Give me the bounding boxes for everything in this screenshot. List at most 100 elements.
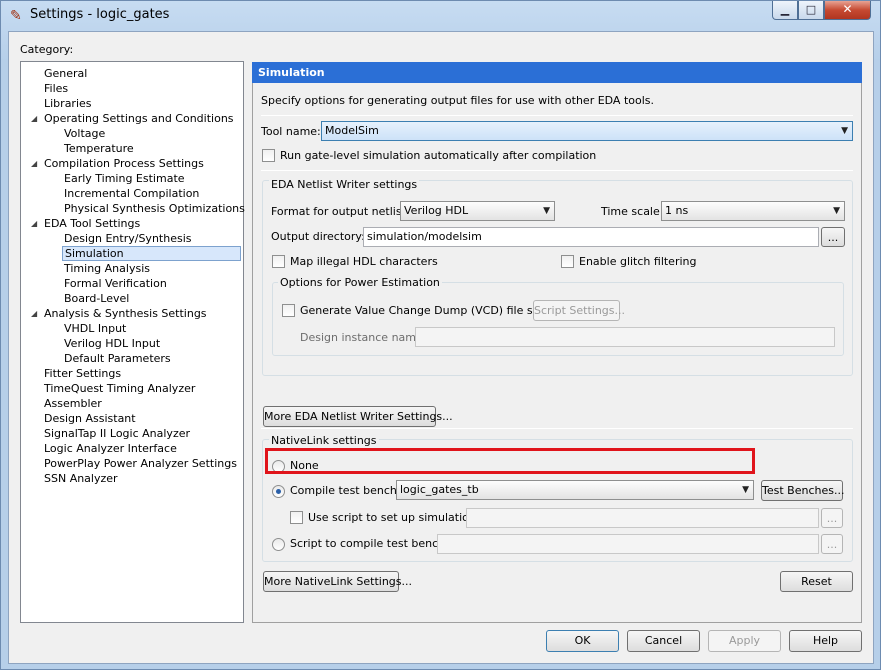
- tree-item-general[interactable]: General: [42, 66, 89, 81]
- run-gate-level-checkbox[interactable]: [262, 149, 275, 162]
- more-nativelink-settings-button[interactable]: More NativeLink Settings...: [263, 571, 412, 592]
- panel-title: Simulation: [252, 62, 862, 83]
- tree-item-powerplay-power-analyzer-settings[interactable]: PowerPlay Power Analyzer Settings: [42, 456, 239, 471]
- divider: [261, 428, 853, 429]
- tree-item-timequest-timing-analyzer[interactable]: TimeQuest Timing Analyzer: [42, 381, 197, 396]
- panel-description: Specify options for generating output fi…: [261, 94, 655, 107]
- output-directory-label: Output directory:: [271, 230, 365, 243]
- time-scale-value: 1 ns: [665, 204, 689, 217]
- more-netlist-settings-button[interactable]: More EDA Netlist Writer Settings...: [263, 406, 453, 427]
- tree-item-assembler[interactable]: Assembler: [42, 396, 104, 411]
- more-netlist-label: More EDA Netlist Writer Settings...: [264, 410, 453, 423]
- help-button[interactable]: Help: [789, 630, 862, 652]
- tree-item-timing-analysis[interactable]: Timing Analysis: [62, 261, 152, 276]
- ok-label: OK: [574, 634, 591, 647]
- category-tree[interactable]: General Files Libraries ◢ Operating Settings…: [20, 61, 247, 623]
- cancel-button[interactable]: Cancel: [627, 630, 700, 652]
- help-label: Help: [812, 634, 839, 647]
- design-instance-label: Design instance name:: [300, 331, 427, 344]
- test-benches-button[interactable]: Test Benches...: [761, 480, 845, 501]
- use-script-label: Use script to set up simulation:: [308, 511, 480, 524]
- tree-item-design-entry-synthesis[interactable]: Design Entry/Synthesis: [62, 231, 193, 246]
- tree-item-default-parameters[interactable]: Default Parameters: [62, 351, 173, 366]
- use-script-input[interactable]: [466, 508, 819, 528]
- tree-item-eda-tool-settings[interactable]: EDA Tool Settings: [42, 216, 142, 231]
- tree-item-libraries[interactable]: Libraries: [42, 96, 94, 111]
- tree-item-files[interactable]: Files: [42, 81, 70, 96]
- glitch-filtering-checkbox[interactable]: [561, 255, 574, 268]
- expand-arrow-icon[interactable]: ◢: [31, 156, 37, 171]
- map-illegal-hdl-label: Map illegal HDL characters: [290, 255, 438, 268]
- settings-window: ✎ Settings - logic_gates ▁ □ ✕ Category:…: [0, 0, 881, 670]
- vcd-label: Generate Value Change Dump (VCD) file sc…: [300, 304, 558, 317]
- title-bar[interactable]: ✎ Settings - logic_gates ▁ □ ✕: [1, 1, 880, 31]
- tree-item-vhdl-input[interactable]: VHDL Input: [62, 321, 128, 336]
- browse-use-script-button[interactable]: ...: [821, 508, 843, 528]
- divider: [261, 115, 853, 116]
- tree-item-operating-settings-and-conditions[interactable]: Operating Settings and Conditions: [42, 111, 236, 126]
- tree-item-fitter-settings[interactable]: Fitter Settings: [42, 366, 123, 381]
- tree-item-ssn-analyzer[interactable]: SSN Analyzer: [42, 471, 120, 486]
- browse-output-directory-button[interactable]: ...: [821, 227, 845, 247]
- compile-test-bench-dropdown[interactable]: logic_gates_tb ▼: [396, 480, 754, 500]
- vcd-checkbox[interactable]: [282, 304, 295, 317]
- tree-item-signaltap-ii-logic-analyzer[interactable]: SignalTap II Logic Analyzer: [42, 426, 192, 441]
- tree-item-design-assistant[interactable]: Design Assistant: [42, 411, 138, 426]
- script-settings-button[interactable]: Script Settings...: [533, 300, 625, 321]
- expand-arrow-icon[interactable]: ◢: [31, 216, 37, 231]
- chevron-down-icon: ▼: [742, 485, 749, 495]
- maximize-icon: □: [805, 3, 817, 16]
- chevron-down-icon: ▼: [543, 206, 550, 216]
- use-script-checkbox[interactable]: [290, 511, 303, 524]
- compile-test-bench-radio[interactable]: [272, 485, 285, 498]
- tool-name-label: Tool name:: [261, 125, 321, 138]
- tree-item-verilog-hdl-input[interactable]: Verilog HDL Input: [62, 336, 162, 351]
- map-illegal-hdl-checkbox[interactable]: [272, 255, 285, 268]
- chevron-down-icon: ▼: [833, 206, 840, 216]
- compile-test-bench-value: logic_gates_tb: [400, 483, 479, 496]
- compile-test-bench-label: Compile test bench:: [290, 484, 401, 497]
- more-nativelink-label: More NativeLink Settings...: [264, 575, 413, 588]
- run-gate-level-label: Run gate-level simulation automatically …: [280, 149, 597, 162]
- reset-button[interactable]: Reset: [780, 571, 853, 592]
- tree-item-voltage[interactable]: Voltage: [62, 126, 107, 141]
- tree-item-compilation-process-settings[interactable]: Compilation Process Settings: [42, 156, 206, 171]
- tree-item-formal-verification[interactable]: Formal Verification: [62, 276, 169, 291]
- script-compile-input[interactable]: [437, 534, 819, 554]
- design-instance-input[interactable]: [415, 327, 835, 347]
- format-label: Format for output netlist:: [271, 205, 410, 218]
- browse-label: ...: [826, 512, 838, 525]
- script-compile-radio[interactable]: [272, 538, 285, 551]
- apply-label: Apply: [728, 634, 761, 647]
- maximize-button[interactable]: □: [798, 1, 824, 20]
- minimize-button[interactable]: ▁: [772, 1, 798, 20]
- test-benches-label: Test Benches...: [762, 484, 845, 497]
- netlist-group-label: EDA Netlist Writer settings: [269, 177, 420, 192]
- close-button[interactable]: ✕: [824, 1, 871, 20]
- tree-item-analysis-synthesis-settings[interactable]: Analysis & Synthesis Settings: [42, 306, 209, 321]
- ok-button[interactable]: OK: [546, 630, 619, 652]
- tree-item-incremental-compilation[interactable]: Incremental Compilation: [62, 186, 201, 201]
- chevron-down-icon: ▼: [841, 126, 848, 136]
- highlight-box: [265, 448, 755, 474]
- tree-item-simulation[interactable]: Simulation: [62, 246, 241, 261]
- expand-arrow-icon[interactable]: ◢: [31, 306, 37, 321]
- script-settings-label: Script Settings...: [534, 304, 626, 317]
- tree-item-board-level[interactable]: Board-Level: [62, 291, 131, 306]
- browse-script-compile-button[interactable]: ...: [821, 534, 843, 554]
- tree-item-physical-synthesis-optimizations[interactable]: Physical Synthesis Optimizations: [62, 201, 247, 216]
- tool-name-dropdown[interactable]: ModelSim ▼: [321, 121, 853, 141]
- power-group-label: Options for Power Estimation: [278, 275, 442, 290]
- tree-item-early-timing-estimate[interactable]: Early Timing Estimate: [62, 171, 187, 186]
- tree-item-temperature[interactable]: Temperature: [62, 141, 136, 156]
- time-scale-dropdown[interactable]: 1 ns ▼: [661, 201, 845, 221]
- browse-label: ...: [827, 231, 839, 244]
- nativelink-group-label: NativeLink settings: [269, 433, 379, 448]
- output-directory-input[interactable]: simulation/modelsim: [363, 227, 819, 247]
- tool-name-value: ModelSim: [325, 124, 379, 137]
- apply-button[interactable]: Apply: [708, 630, 781, 652]
- tree-item-logic-analyzer-interface[interactable]: Logic Analyzer Interface: [42, 441, 179, 456]
- dialog-client-area: Category: General Files Libraries ◢ Operatin…: [8, 31, 874, 664]
- format-dropdown[interactable]: Verilog HDL ▼: [400, 201, 555, 221]
- expand-arrow-icon[interactable]: ◢: [31, 111, 37, 126]
